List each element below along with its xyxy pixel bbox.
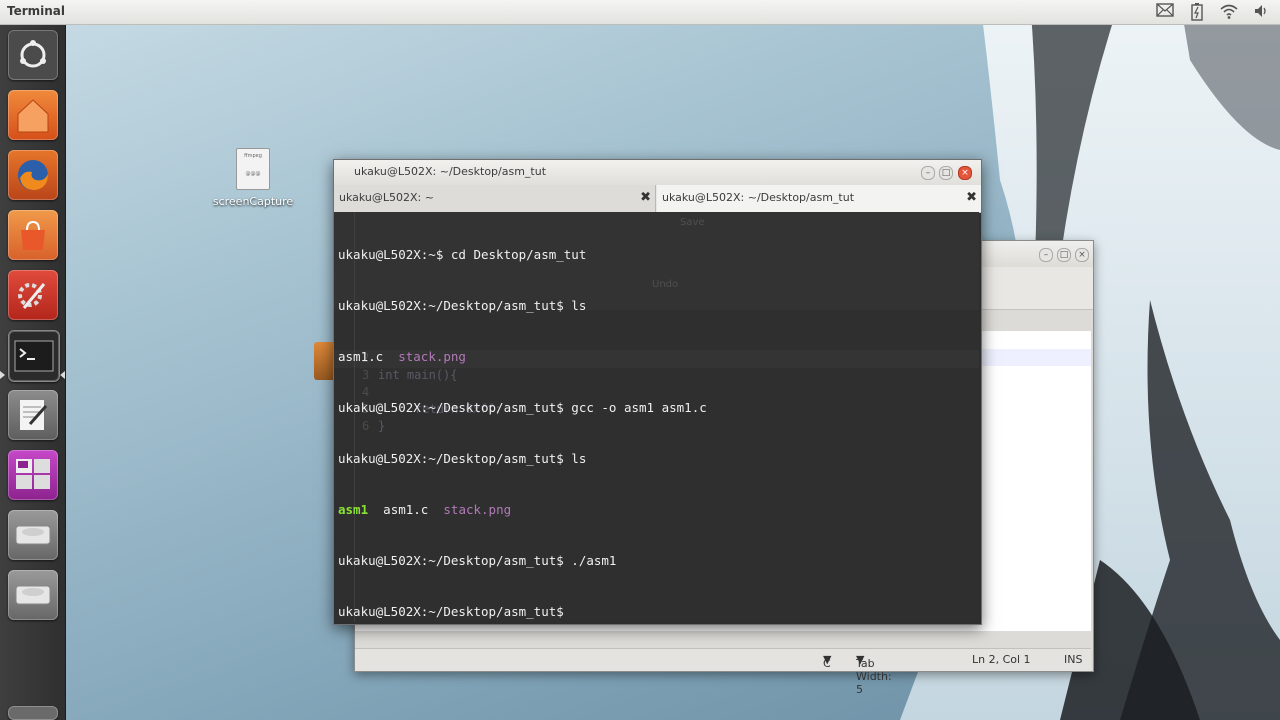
terminal-window[interactable]: ukaku@L502X: ~/Desktop/asm_tut – □ × uka… (333, 159, 982, 625)
drive-icon-2[interactable] (8, 570, 58, 620)
battery-icon[interactable] (1188, 3, 1206, 21)
terminal-icon[interactable] (8, 330, 60, 382)
terminal-line: asm1.c stack.png (338, 348, 707, 365)
unity-launcher (0, 24, 66, 720)
minimize-button[interactable]: – (921, 166, 935, 180)
document-icon: ffmpeg @@@ (236, 148, 270, 190)
gedit-statusbar: C ▼ Tab Width: 5 ▼ Ln 2, Col 1 INS (355, 648, 1091, 696)
wifi-icon[interactable] (1220, 3, 1238, 21)
home-folder-icon[interactable] (8, 90, 58, 140)
firefox-icon[interactable] (8, 150, 58, 200)
close-tab-icon[interactable]: ✖ (640, 190, 651, 205)
tab-asm-tut[interactable]: ukaku@L502X: ~/Desktop/asm_tut ✖ (657, 185, 981, 212)
file-entry: asm1.c (383, 502, 429, 517)
terminal-line: ukaku@L502X:~/Desktop/asm_tut$ gcc -o as… (338, 400, 707, 415)
top-panel: Terminal (0, 0, 1280, 25)
desktop-file-label: screenCapture (212, 195, 294, 208)
terminal-tabs: ukaku@L502X: ~ ✖ ukaku@L502X: ~/Desktop/… (334, 185, 981, 213)
tab-width-label: Tab Width: 5 (856, 657, 892, 696)
system-tray (1156, 3, 1270, 21)
tab-label: ukaku@L502X: ~/Desktop/asm_tut (662, 191, 855, 204)
trash-icon[interactable] (8, 706, 58, 720)
terminal-line: ukaku@L502X:~/Desktop/asm_tut$ ls (338, 451, 587, 466)
volume-icon[interactable] (1252, 3, 1270, 21)
language-selector[interactable]: C ▼ (823, 653, 831, 670)
executable-file-entry: asm1 (338, 502, 369, 517)
focused-indicator (60, 371, 65, 379)
image-file-entry: stack.png (398, 349, 466, 364)
language-label: C (823, 657, 831, 670)
tab-home[interactable]: ukaku@L502X: ~ ✖ (334, 185, 656, 212)
drive-icon[interactable] (8, 510, 58, 560)
ubuntu-dash-icon[interactable] (8, 30, 58, 80)
cursor-position: Ln 2, Col 1 (972, 653, 1031, 666)
close-button[interactable]: × (1075, 248, 1089, 262)
active-app-title: Terminal (7, 4, 66, 18)
terminal-line: ukaku@L502X:~/Desktop/asm_tut$ ./asm1 (338, 553, 617, 568)
maximize-button[interactable]: □ (1057, 248, 1071, 262)
terminal-line: asm1 asm1.c stack.png (338, 501, 707, 518)
text-editor-icon[interactable] (8, 390, 58, 440)
software-center-icon[interactable] (8, 210, 58, 260)
terminal-line: ukaku@L502X:~$ cd Desktop/asm_tut (338, 247, 587, 262)
image-file-entry: stack.png (443, 502, 512, 517)
workspace-switcher-icon[interactable] (8, 450, 58, 500)
close-tab-icon[interactable]: ✖ (966, 190, 977, 205)
mail-icon[interactable] (1156, 3, 1174, 21)
system-settings-icon[interactable] (8, 270, 58, 320)
tab-label: ukaku@L502X: ~ (339, 191, 434, 204)
desktop-file-icon[interactable]: ffmpeg @@@ screenCapture (210, 148, 296, 208)
file-entry: asm1.c (338, 349, 384, 364)
terminal-output[interactable]: Save Undo 2 3 int main(){ 4 5 return 0xf… (334, 212, 979, 622)
terminal-prompt: ukaku@L502X:~/Desktop/asm_tut$ (338, 604, 564, 619)
running-indicator (0, 371, 5, 379)
terminal-text: ukaku@L502X:~$ cd Desktop/asm_tut ukaku@… (338, 212, 707, 622)
terminal-line: ukaku@L502X:~/Desktop/asm_tut$ ls (338, 298, 587, 313)
maximize-button[interactable]: □ (939, 166, 953, 180)
terminal-titlebar[interactable]: ukaku@L502X: ~/Desktop/asm_tut – □ × (334, 160, 981, 186)
close-button[interactable]: × (958, 166, 972, 180)
minimize-button[interactable]: – (1039, 248, 1053, 262)
terminal-title: ukaku@L502X: ~/Desktop/asm_tut (354, 165, 547, 178)
insert-mode: INS (1064, 653, 1083, 666)
tab-width-selector[interactable]: Tab Width: 5 ▼ (856, 653, 892, 696)
